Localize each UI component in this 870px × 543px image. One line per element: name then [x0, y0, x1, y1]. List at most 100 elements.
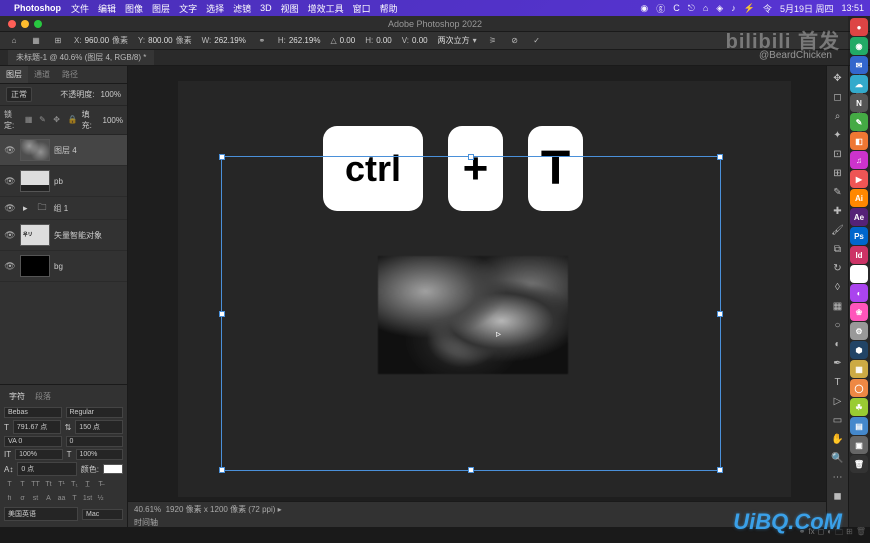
font-family-select[interactable]: Bebas: [4, 407, 62, 418]
menu-window[interactable]: 窗口: [353, 2, 371, 15]
character-tab[interactable]: 字符: [4, 389, 30, 404]
menu-type[interactable]: 文字: [179, 2, 197, 15]
hskew-value[interactable]: 0.00: [376, 36, 392, 45]
menu-plugins[interactable]: 增效工具: [308, 2, 344, 15]
transform-handle[interactable]: [219, 467, 225, 473]
dock-app-icon[interactable]: ▦: [850, 360, 868, 378]
shape-tool-icon[interactable]: ▭: [830, 412, 846, 428]
hand-tool-icon[interactable]: ✋: [830, 431, 846, 447]
dock-app-icon[interactable]: Id: [850, 246, 868, 264]
dock-app-icon[interactable]: ◐: [850, 284, 868, 302]
transform-handle[interactable]: [219, 311, 225, 317]
dock-app-icon[interactable]: Ae: [850, 208, 868, 226]
superscript-icon[interactable]: T¹: [56, 479, 67, 490]
layer-row[interactable]: 👁 pb: [0, 166, 127, 197]
dock-app-icon[interactable]: ●: [850, 18, 868, 36]
dock-app-icon[interactable]: ⌾: [850, 265, 868, 283]
subscript-icon[interactable]: T₁: [69, 479, 80, 490]
layer-thumbnail[interactable]: [20, 224, 50, 246]
channels-tab[interactable]: 通道: [28, 66, 56, 83]
angle-value[interactable]: 0.00: [340, 36, 356, 45]
dock-app-icon[interactable]: ✎: [850, 113, 868, 131]
paragraph-tab[interactable]: 段落: [30, 389, 56, 404]
status-icon[interactable]: ◈: [716, 3, 723, 14]
lock-position-icon[interactable]: ✥: [53, 115, 63, 126]
link-icon[interactable]: ⚭: [256, 35, 268, 47]
cancel-transform-icon[interactable]: ⊘: [509, 35, 521, 47]
leading-input[interactable]: 150 点: [75, 420, 123, 434]
dodge-tool-icon[interactable]: ◐: [830, 336, 846, 352]
blend-mode-select[interactable]: 正常: [6, 87, 32, 102]
dock-app-icon[interactable]: ♫: [850, 151, 868, 169]
chevron-right-icon[interactable]: ▸: [23, 203, 28, 214]
edit-toolbar-icon[interactable]: ⋯: [830, 469, 846, 485]
layer-thumbnail[interactable]: [20, 255, 50, 277]
visibility-icon[interactable]: 👁: [4, 230, 16, 241]
smallcaps-icon[interactable]: Tt: [43, 479, 54, 490]
layer-row[interactable]: 👁 矢量智能对象: [0, 220, 127, 251]
bold-icon[interactable]: T: [4, 479, 15, 490]
minimize-button[interactable]: [21, 20, 29, 28]
opentype-icon[interactable]: ½: [95, 493, 106, 504]
move-tool-icon[interactable]: ✥: [830, 70, 846, 86]
status-icon[interactable]: ◉: [640, 3, 648, 14]
menu-edit[interactable]: 编辑: [98, 2, 116, 15]
pen-tool-icon[interactable]: ✒: [830, 355, 846, 371]
dock-app-icon[interactable]: ◧: [850, 132, 868, 150]
close-button[interactable]: [8, 20, 16, 28]
font-size-input[interactable]: 791.67 点: [13, 420, 61, 434]
tool-preset-icon[interactable]: ▦: [30, 35, 42, 47]
dock-app-icon[interactable]: ▤: [850, 417, 868, 435]
commit-transform-icon[interactable]: ✓: [531, 35, 543, 47]
dock-app-icon[interactable]: ◯: [850, 379, 868, 397]
dock-app-icon[interactable]: ❀: [850, 303, 868, 321]
layers-tab[interactable]: 图层: [0, 66, 28, 83]
tracking-input[interactable]: 0: [66, 436, 124, 447]
vscale-input[interactable]: 100%: [15, 449, 63, 460]
h-value[interactable]: 262.19%: [289, 36, 321, 45]
layer-name[interactable]: 组 1: [54, 203, 69, 214]
home-icon[interactable]: ⌂: [8, 35, 20, 47]
menu-select[interactable]: 选择: [206, 2, 224, 15]
warp-icon[interactable]: ⚞: [487, 35, 499, 47]
visibility-icon[interactable]: 👁: [4, 176, 16, 187]
free-transform-bounding-box[interactable]: [221, 156, 721, 471]
opentype-icon[interactable]: σ: [17, 493, 28, 504]
dock-app-icon[interactable]: ☘: [850, 398, 868, 416]
lock-image-icon[interactable]: ✎: [39, 115, 49, 126]
layer-row[interactable]: 👁 图层 4: [0, 135, 127, 166]
menu-layer[interactable]: 图层: [152, 2, 170, 15]
app-name[interactable]: Photoshop: [14, 3, 61, 13]
timeline-label[interactable]: 时间轴: [134, 517, 158, 527]
strikethrough-icon[interactable]: T̶: [95, 479, 106, 490]
interpolation-select[interactable]: 两次立方: [438, 35, 470, 46]
healing-tool-icon[interactable]: ✚: [830, 203, 846, 219]
menu-3d[interactable]: 3D: [260, 3, 272, 13]
y-value[interactable]: 800.00: [148, 36, 172, 45]
dock-app-icon[interactable]: 🗑: [850, 455, 868, 473]
wand-tool-icon[interactable]: ✦: [830, 127, 846, 143]
dock-app-icon[interactable]: Ps: [850, 227, 868, 245]
italic-icon[interactable]: T: [17, 479, 28, 490]
canvas-area[interactable]: ctrl + T ▹ 40.61% 1920 像素 x 1200 像素 (72 …: [128, 66, 826, 527]
visibility-icon[interactable]: 👁: [4, 203, 16, 214]
menu-filter[interactable]: 滤镜: [233, 2, 251, 15]
brush-tool-icon[interactable]: 🖌: [830, 222, 846, 238]
dock-app-icon[interactable]: ⚙: [850, 322, 868, 340]
menu-file[interactable]: 文件: [71, 2, 89, 15]
dock-app-icon[interactable]: ☁: [850, 75, 868, 93]
history-brush-tool-icon[interactable]: ↻: [830, 260, 846, 276]
dock-app-icon[interactable]: ✉: [850, 56, 868, 74]
layer-name[interactable]: pb: [54, 177, 63, 186]
vskew-value[interactable]: 0.00: [412, 36, 428, 45]
transform-handle[interactable]: [219, 154, 225, 160]
gradient-tool-icon[interactable]: ▦: [830, 298, 846, 314]
kerning-input[interactable]: VA 0: [4, 436, 62, 447]
crop-tool-icon[interactable]: ⊡: [830, 146, 846, 162]
marquee-tool-icon[interactable]: ◻: [830, 89, 846, 105]
baseline-input[interactable]: 0 点: [17, 462, 76, 476]
color-swatch-icon[interactable]: ◼: [830, 488, 846, 504]
document-canvas[interactable]: ctrl + T ▹: [178, 81, 791, 497]
lock-transparency-icon[interactable]: ▦: [25, 115, 35, 126]
lock-all-icon[interactable]: 🔒: [67, 115, 77, 126]
